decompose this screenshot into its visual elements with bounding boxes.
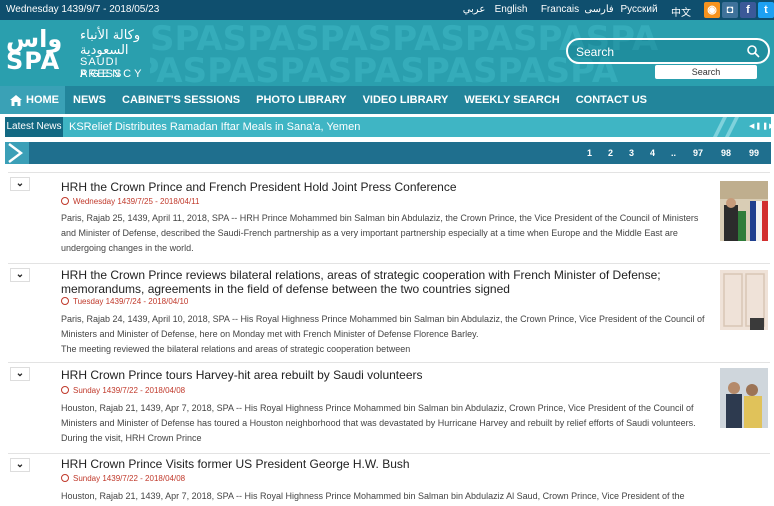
facebook-icon[interactable]: f (740, 2, 756, 18)
news-summary-line: undergoing changes in the world. (61, 243, 194, 253)
news-summary-line: Paris, Rajab 24, 1439, April 10, 2018, S… (61, 314, 705, 324)
news-summary-line: Paris, Rajab 25, 1439, April 11, 2018, S… (61, 213, 699, 223)
nav-item-news[interactable]: NEWS (65, 86, 114, 114)
nav-item-cabinets-sessions[interactable]: CABINET'S SESSIONS (114, 86, 248, 114)
news-title[interactable]: HRH Crown Prince Visits former US Presid… (61, 457, 661, 471)
page-ellipsis: .. (670, 148, 676, 158)
expand-chevron-icon[interactable]: ⌄ (10, 177, 30, 191)
social-links: ◉ ◘ f t (704, 2, 774, 18)
logo-mark-latin: SPA (6, 47, 61, 75)
news-date-text: Wednesday 1439/7/25 - 2018/04/11 (73, 197, 200, 206)
search-input[interactable] (576, 43, 736, 61)
news-summary-line: Houston, Rajab 21, 1439, Apr 7, 2018, SP… (61, 403, 694, 413)
page-link[interactable]: 3 (621, 148, 642, 158)
search-button[interactable]: Search (655, 65, 757, 79)
nav-item-weekly-search[interactable]: WEEKLY SEARCH (456, 86, 567, 114)
logo-mark: واس SPA (6, 27, 62, 75)
news-summary: Paris, Rajab 25, 1439, April 11, 2018, S… (61, 211, 715, 256)
news-item: ⌄ HRH Crown Prince tours Harvey-hit area… (8, 362, 770, 452)
logo-english-line2: AGENCY (80, 68, 145, 80)
news-summary-line: Ministers and Minister of Defense has to… (61, 418, 696, 428)
language-russian-link[interactable]: Русский (614, 4, 664, 19)
pagination-bar: 1 2 3 4 .. 97 98 99 100 (5, 142, 771, 164)
main-nav: HOME NEWS CABINET'S SESSIONS PHOTO LIBRA… (0, 86, 774, 114)
news-summary-line: and Minister of Defense, described the S… (61, 228, 678, 238)
page-link[interactable]: 99 (740, 148, 768, 158)
news-summary: Paris, Rajab 24, 1439, April 10, 2018, S… (61, 312, 715, 357)
news-summary: Houston, Rajab 21, 1439, Apr 7, 2018, SP… (61, 489, 715, 506)
language-arabic-link[interactable]: عربي (462, 4, 486, 19)
page-link[interactable]: 1 (579, 148, 600, 158)
clock-icon (61, 297, 69, 305)
language-french-link[interactable]: Francais (536, 4, 584, 19)
news-thumbnail[interactable] (720, 270, 768, 330)
news-thumbnail[interactable] (720, 368, 768, 428)
news-title[interactable]: HRH the Crown Prince and French Presiden… (61, 180, 661, 194)
news-summary-line: Ministers and Minister of Defense, here … (61, 329, 479, 339)
site-header: SPASPASPASPASPASPASPA SPASPASPASPASPASPA… (0, 20, 774, 86)
language-switcher: عربي English Francais فارسی Русский 中文 (462, 4, 698, 19)
home-icon (10, 94, 22, 106)
nav-item-home-label: HOME (26, 94, 59, 106)
news-date-text: Sunday 1439/7/22 - 2018/04/08 (73, 474, 186, 483)
ticker-controls-icon[interactable]: ◀❚❚▶ (749, 122, 774, 130)
news-summary-line: During the visit, HRH Crown Prince (61, 433, 202, 443)
chevron-right-icon (5, 142, 29, 164)
news-date-text: Tuesday 1439/7/24 - 2018/04/10 (73, 297, 189, 306)
language-english-link[interactable]: English (486, 4, 536, 19)
news-item: ⌄ HRH Crown Prince Visits former US Pres… (8, 453, 770, 506)
latest-news-headline[interactable]: KSRelief Distributes Ramadan Iftar Meals… (69, 121, 360, 133)
search-box (566, 38, 770, 64)
expand-chevron-icon[interactable]: ⌄ (10, 268, 30, 282)
expand-chevron-icon[interactable]: ⌄ (10, 367, 30, 381)
logo-arabic-name: وكالة الأنباء السعودية (80, 28, 141, 58)
news-thumbnail[interactable] (720, 181, 768, 241)
news-item: ⌄ HRH the Crown Prince reviews bilateral… (8, 263, 770, 361)
ticker-stripes (713, 117, 739, 137)
news-summary-line: Houston, Rajab 21, 1439, Apr 7, 2018, SP… (61, 491, 685, 501)
news-date: Wednesday 1439/7/25 - 2018/04/11 (61, 197, 199, 206)
page-link[interactable]: 100 (768, 148, 774, 158)
latest-news-label: Latest News (5, 117, 63, 137)
news-date-text: Sunday 1439/7/22 - 2018/04/08 (73, 386, 186, 395)
page-link[interactable]: 2 (600, 148, 621, 158)
top-bar: Wednesday 1439/9/7 - 2018/05/23 عربي Eng… (0, 0, 774, 20)
nav-item-photo-library[interactable]: PHOTO LIBRARY (248, 86, 354, 114)
current-date: Wednesday 1439/9/7 - 2018/05/23 (6, 4, 160, 15)
news-item: ⌄ HRH the Crown Prince and French Presid… (8, 172, 770, 262)
news-date: Tuesday 1439/7/24 - 2018/04/10 (61, 297, 188, 306)
instagram-icon[interactable]: ◘ (722, 2, 738, 18)
language-persian-link[interactable]: فارسی (584, 4, 614, 19)
nav-item-contact-us[interactable]: CONTACT US (568, 86, 655, 114)
nav-item-video-library[interactable]: VIDEO LIBRARY (355, 86, 457, 114)
nav-item-home[interactable]: HOME (0, 86, 65, 114)
page-link[interactable]: 4 (642, 148, 663, 158)
search-icon[interactable] (746, 44, 760, 58)
clock-icon (61, 197, 69, 205)
svg-text:SPASPASPASPASPASPASPA: SPASPASPASPASPASPASPA (150, 51, 619, 86)
news-title[interactable]: HRH Crown Prince tours Harvey-hit area r… (61, 368, 661, 382)
rss-icon[interactable]: ◉ (704, 2, 720, 18)
twitter-icon[interactable]: t (758, 2, 774, 18)
news-summary: Houston, Rajab 21, 1439, Apr 7, 2018, SP… (61, 401, 715, 446)
spa-logo[interactable]: واس SPA وكالة الأنباء السعودية SAUDI PRE… (6, 27, 156, 80)
clock-icon (61, 474, 69, 482)
language-chinese-link[interactable]: 中文 (664, 4, 698, 19)
clock-icon (61, 386, 69, 394)
news-date: Sunday 1439/7/22 - 2018/04/08 (61, 474, 185, 483)
news-summary-line: The meeting reviewed the bilateral relat… (61, 344, 411, 354)
news-title[interactable]: HRH the Crown Prince reviews bilateral r… (61, 268, 701, 296)
page-link[interactable]: 97 (684, 148, 712, 158)
page-link[interactable]: 98 (712, 148, 740, 158)
news-date: Sunday 1439/7/22 - 2018/04/08 (61, 386, 185, 395)
latest-news-ticker: Latest News KSRelief Distributes Ramadan… (5, 117, 774, 137)
pagination: 1 2 3 4 .. 97 98 99 100 (579, 148, 774, 158)
expand-chevron-icon[interactable]: ⌄ (10, 458, 30, 472)
